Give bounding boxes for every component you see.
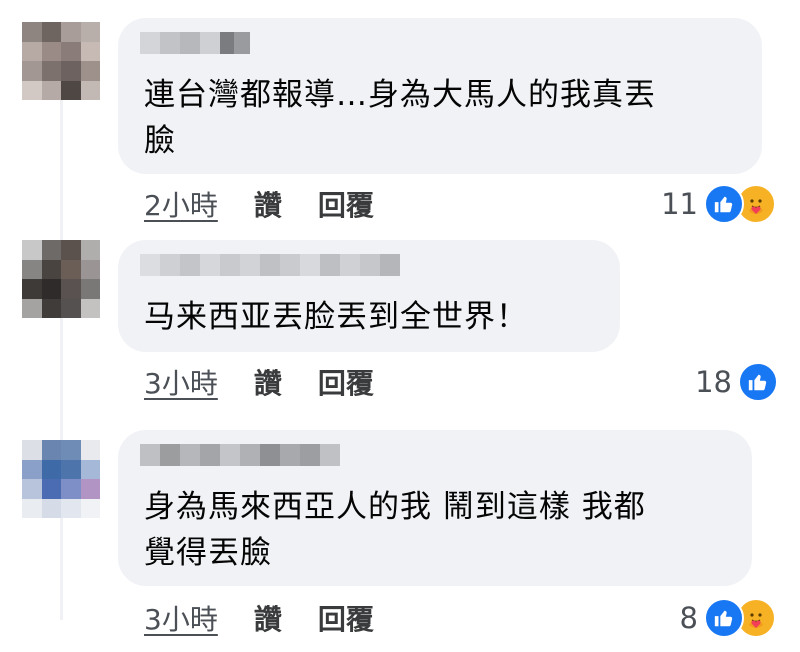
reaction-count: 18 — [695, 365, 732, 399]
comment-text: 身為馬來西亞人的我 鬧到這樣 我都 覺得丟臉 — [144, 489, 646, 571]
comment-actions: 3小時 讚 回覆 — [144, 598, 410, 638]
like-button[interactable]: 讚 — [254, 362, 282, 402]
like-icon — [738, 362, 778, 402]
comment-actions: 2小時 讚 回覆 — [144, 184, 410, 224]
reactions-summary[interactable]: 8 — [680, 598, 776, 638]
like-button[interactable]: 讚 — [254, 184, 282, 224]
timestamp-link[interactable]: 2小時 — [144, 184, 218, 224]
comment-text: 马来西亚丟脸丟到全世界！ — [144, 299, 528, 335]
like-icon — [704, 598, 744, 638]
blurred-author-name[interactable] — [140, 254, 400, 276]
reply-button[interactable]: 回覆 — [318, 362, 374, 402]
reply-button[interactable]: 回覆 — [318, 184, 374, 224]
timestamp-link[interactable]: 3小時 — [144, 362, 218, 402]
reactions-summary[interactable]: 18 — [695, 362, 778, 402]
avatar[interactable] — [22, 440, 100, 518]
blurred-author-name[interactable] — [140, 32, 250, 54]
like-button[interactable]: 讚 — [254, 598, 282, 638]
comment-text: 連台灣都報導…身為大馬人的我真丟 臉 — [144, 77, 656, 159]
reaction-count: 11 — [661, 187, 698, 221]
thread-line — [60, 100, 63, 620]
comment-bubble: 連台灣都報導…身為大馬人的我真丟 臉 — [118, 18, 762, 174]
timestamp-link[interactable]: 3小時 — [144, 598, 218, 638]
comment-bubble: 身為馬來西亞人的我 鬧到這樣 我都 覺得丟臉 — [118, 430, 752, 586]
comment-bubble: 马来西亚丟脸丟到全世界！ — [118, 240, 620, 352]
avatar[interactable] — [22, 240, 100, 318]
blurred-author-name[interactable] — [140, 444, 340, 466]
avatar[interactable] — [22, 22, 100, 100]
reaction-count: 8 — [679, 601, 698, 635]
reply-button[interactable]: 回覆 — [318, 598, 374, 638]
like-icon — [704, 184, 744, 224]
reactions-summary[interactable]: 11 — [661, 184, 776, 224]
comment-actions: 3小時 讚 回覆 — [144, 362, 410, 402]
